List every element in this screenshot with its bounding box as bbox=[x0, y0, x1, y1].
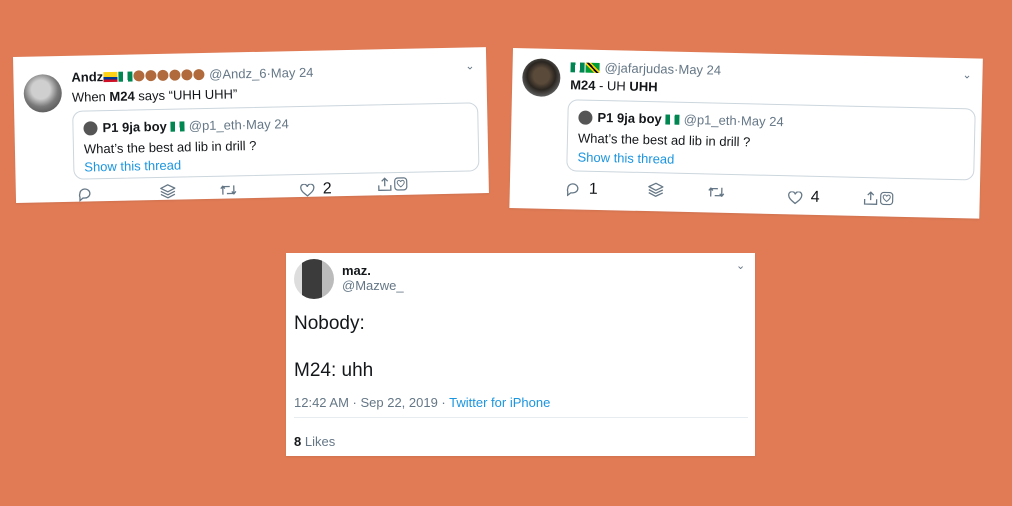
quote-author-name: P1 9ja boy bbox=[102, 118, 167, 136]
quote-text: What’s the best ad lib in drill ? bbox=[577, 130, 751, 150]
reply-count: 1 bbox=[588, 180, 598, 198]
quote-text: What’s the best ad lib in drill ? bbox=[83, 137, 257, 157]
avatar bbox=[578, 110, 593, 125]
author-name[interactable]: maz. bbox=[342, 263, 371, 278]
quote-handle: @p1_eth bbox=[188, 117, 242, 134]
nigeria-flag-icon bbox=[665, 113, 680, 125]
chevron-down-icon[interactable]: ⌄ bbox=[465, 59, 474, 72]
tweet-text: When M24 says “UHH UHH” bbox=[72, 86, 238, 104]
like-button[interactable]: 2 bbox=[300, 180, 332, 199]
avatar bbox=[83, 120, 98, 136]
tweet-header: @jafarjudas · May 24 bbox=[570, 59, 721, 78]
fist-emoji-icon bbox=[145, 70, 157, 82]
share-button[interactable] bbox=[863, 191, 894, 206]
tweet-card-3[interactable]: maz. @Mazwe_ ⌄ Nobody: M24: uhh 12:42 AM… bbox=[286, 253, 755, 456]
source-link[interactable]: Twitter for iPhone bbox=[449, 395, 550, 410]
avatar[interactable] bbox=[294, 259, 334, 299]
quote-author-name: P1 9ja boy bbox=[597, 109, 662, 127]
like-button[interactable]: 4 bbox=[787, 188, 820, 207]
chevron-down-icon[interactable]: ⌄ bbox=[962, 68, 972, 81]
retweet-button[interactable] bbox=[220, 183, 245, 197]
retweet-icon bbox=[708, 185, 725, 198]
heart-box-icon bbox=[880, 191, 894, 206]
stack-icon bbox=[160, 184, 176, 199]
fist-emoji-icon bbox=[181, 69, 193, 81]
retweet-button[interactable] bbox=[708, 185, 725, 198]
tweet-card-2[interactable]: @jafarjudas · May 24 ⌄ M24 - UH UHH P1 9… bbox=[509, 48, 983, 219]
tweet-line-1: Nobody: bbox=[294, 313, 365, 334]
avatar[interactable] bbox=[521, 58, 561, 98]
reply-icon bbox=[78, 187, 93, 202]
thread-button[interactable] bbox=[160, 184, 176, 199]
text-bold: UHH bbox=[629, 78, 658, 95]
share-icon bbox=[378, 177, 392, 192]
reply-icon bbox=[566, 182, 581, 197]
chevron-down-icon[interactable]: ⌄ bbox=[736, 259, 745, 272]
author-name[interactable]: Andz bbox=[71, 69, 103, 85]
share-icon bbox=[863, 191, 878, 205]
quote-date: May 24 bbox=[245, 116, 289, 133]
nigeria-flag-icon bbox=[570, 61, 585, 73]
handle[interactable]: @jafarjudas bbox=[604, 60, 674, 77]
tweet-date[interactable]: May 24 bbox=[271, 65, 314, 81]
quoted-tweet[interactable]: P1 9ja boy @p1_eth · May 24 What’s the b… bbox=[72, 102, 480, 180]
text-bold: M24 bbox=[109, 88, 135, 104]
handle[interactable]: @Andz_6 bbox=[209, 66, 267, 82]
like-icon bbox=[300, 183, 315, 197]
like-count: 2 bbox=[322, 180, 332, 198]
reply-button[interactable] bbox=[78, 187, 101, 202]
divider bbox=[294, 417, 748, 418]
likes-stat[interactable]: 8 Likes bbox=[294, 434, 335, 449]
nigeria-flag-icon bbox=[118, 71, 133, 82]
retweet-icon bbox=[220, 183, 237, 196]
show-thread-link[interactable]: Show this thread bbox=[84, 158, 181, 175]
reply-button[interactable]: 1 bbox=[566, 180, 598, 199]
stack-icon bbox=[648, 182, 664, 197]
show-thread-link[interactable]: Show this thread bbox=[577, 149, 674, 166]
colombia-flag-icon bbox=[103, 71, 118, 82]
like-count: 4 bbox=[810, 188, 820, 206]
quote-date: May 24 bbox=[740, 113, 784, 130]
fist-emoji-icon bbox=[133, 70, 145, 82]
like-icon bbox=[788, 190, 803, 204]
heart-box-icon bbox=[394, 177, 408, 191]
tweet-text: M24 - UH UHH bbox=[570, 77, 658, 94]
nigeria-flag-icon bbox=[170, 120, 185, 132]
text-suffix: says “UHH UHH” bbox=[134, 86, 238, 104]
text-mid: - UH bbox=[595, 77, 630, 94]
share-button[interactable] bbox=[378, 177, 408, 192]
tweet-card-1[interactable]: Andz @Andz_6 · May 24 ⌄ When M24 says “U… bbox=[13, 47, 489, 203]
fist-emoji-icon bbox=[157, 69, 169, 81]
thread-button[interactable] bbox=[648, 182, 664, 197]
handle[interactable]: @Mazwe_ bbox=[342, 278, 404, 293]
avatar[interactable] bbox=[23, 73, 63, 113]
timestamp-text[interactable]: 12:42 AM · Sep 22, 2019 · bbox=[294, 395, 449, 410]
tweet-header: Andz @Andz_6 · May 24 bbox=[71, 65, 313, 85]
quoted-tweet[interactable]: P1 9ja boy @p1_eth · May 24 What’s the b… bbox=[566, 99, 976, 181]
quote-header: P1 9ja boy @p1_eth · May 24 bbox=[83, 116, 289, 135]
fist-emoji-icon bbox=[169, 69, 181, 81]
tweet-date[interactable]: May 24 bbox=[678, 62, 721, 78]
text-bold: M24 bbox=[570, 77, 596, 93]
jamaica-flag-icon bbox=[585, 62, 600, 73]
text-prefix: When bbox=[71, 88, 110, 105]
likes-label: Likes bbox=[301, 434, 336, 449]
tweet-timestamp: 12:42 AM · Sep 22, 2019 · Twitter for iP… bbox=[294, 395, 550, 410]
fist-emoji-icon bbox=[193, 69, 205, 81]
tweet-line-2: M24: uhh bbox=[294, 360, 374, 381]
quote-handle: @p1_eth bbox=[683, 111, 737, 129]
quote-header: P1 9ja boy @p1_eth · May 24 bbox=[578, 109, 784, 130]
